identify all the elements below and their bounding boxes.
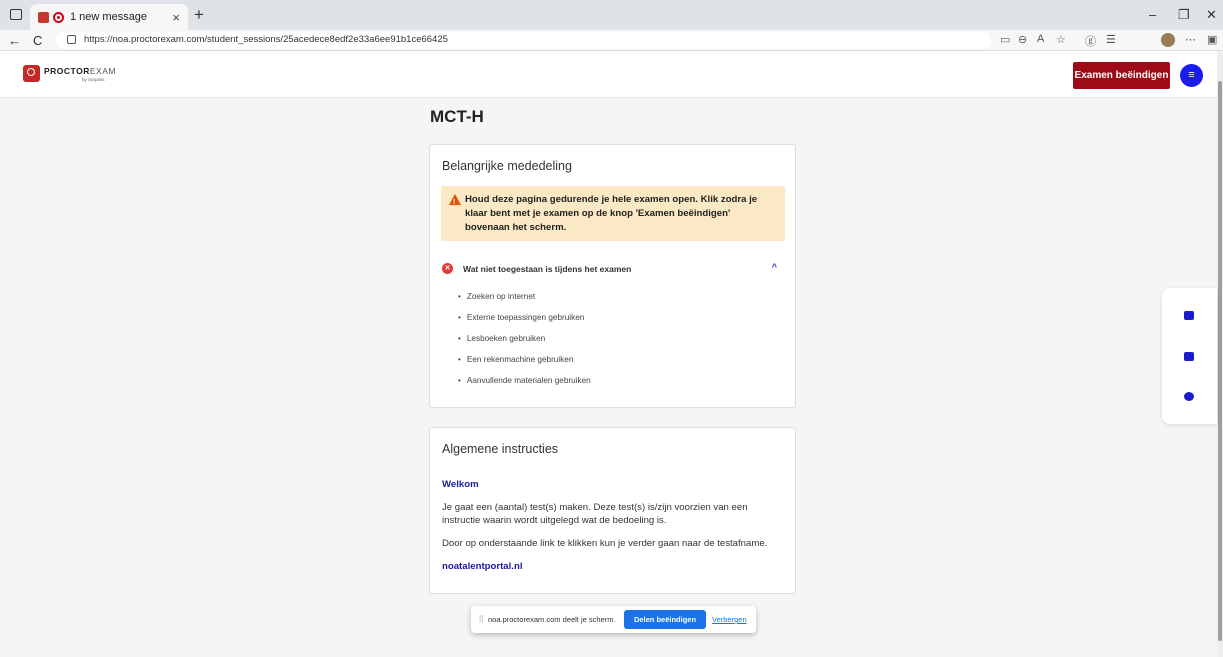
list-item: Zoeken op internet bbox=[458, 286, 591, 307]
chevron-up-icon[interactable]: ^ bbox=[772, 262, 777, 272]
proctor-tools-panel bbox=[1162, 288, 1217, 424]
favorites-list-icon[interactable]: ☰ bbox=[1106, 33, 1116, 46]
help-icon[interactable] bbox=[1184, 392, 1194, 401]
sidebar-toggle-icon[interactable] bbox=[10, 9, 22, 20]
screen-share-bar: || noa.proctorexam.com deelt je scherm. … bbox=[471, 606, 756, 633]
instruction-paragraph-link-intro: Door op onderstaande link te klikken kun… bbox=[442, 538, 768, 549]
screen-share-indicator-icon[interactable]: ▭ bbox=[1000, 33, 1010, 46]
back-icon[interactable]: ← bbox=[8, 33, 21, 48]
forbidden-icon: ✕ bbox=[442, 263, 453, 274]
proctorexam-favicon-icon bbox=[38, 11, 49, 23]
site-info-icon[interactable] bbox=[67, 35, 76, 44]
tab-title: 1 new message bbox=[70, 11, 148, 23]
welcome-heading: Welkom bbox=[442, 479, 479, 490]
share-status-text: noa.proctorexam.com deelt je scherm. bbox=[488, 615, 616, 624]
close-window-icon[interactable]: ✕ bbox=[1206, 7, 1217, 23]
screen-share-icon[interactable] bbox=[1184, 311, 1194, 320]
warning-icon bbox=[449, 194, 461, 210]
camera-icon[interactable] bbox=[1184, 352, 1194, 361]
minimize-icon[interactable]: – bbox=[1149, 7, 1156, 22]
extensions-icon[interactable]: ⓖ bbox=[1085, 33, 1096, 49]
favorite-icon[interactable]: ☆ bbox=[1056, 33, 1066, 46]
restore-icon[interactable]: ❐ bbox=[1178, 7, 1190, 23]
url-field[interactable]: https://noa.proctorexam.com/student_sess… bbox=[56, 32, 991, 49]
hide-share-bar-link[interactable]: Verbergen bbox=[712, 615, 747, 624]
not-allowed-accordion-header[interactable]: ✕ Wat niet toegestaan is tijdens het exa… bbox=[442, 262, 782, 276]
drag-handle-icon[interactable]: || bbox=[479, 614, 483, 623]
app-header: PROCTOREXAM by Surpass Examen beëindigen… bbox=[0, 51, 1217, 98]
read-aloud-icon[interactable]: A bbox=[1037, 33, 1044, 45]
more-icon[interactable]: ⋯ bbox=[1185, 33, 1196, 46]
instructions-card: Algemene instructies Welkom Je gaat een … bbox=[429, 427, 796, 594]
tab-close-icon[interactable]: × bbox=[172, 10, 180, 25]
end-exam-button[interactable]: Examen beëindigen bbox=[1073, 62, 1170, 89]
warning-text: Houd deze pagina gedurende je hele exame… bbox=[465, 194, 758, 233]
list-item: Aanvullende materialen gebruiken bbox=[458, 370, 591, 391]
browser-sidebar-icon[interactable]: ▣ bbox=[1207, 33, 1217, 46]
logo-subtitle: by Surpass bbox=[82, 77, 105, 82]
address-bar-row: ← C https://noa.proctorexam.com/student_… bbox=[0, 30, 1223, 51]
not-allowed-list: Zoeken op internet Externe toepassingen … bbox=[458, 286, 591, 391]
menu-icon[interactable]: ≡ bbox=[1180, 64, 1203, 87]
scrollbar-thumb[interactable] bbox=[1218, 81, 1222, 641]
zoom-icon[interactable]: ⊖ bbox=[1018, 33, 1027, 46]
profile-avatar[interactable] bbox=[1161, 33, 1175, 47]
list-item: Een rekenmachine gebruiken bbox=[458, 349, 591, 370]
browser-tab[interactable]: 1 new message × bbox=[30, 4, 188, 30]
url-text: https://noa.proctorexam.com/student_sess… bbox=[84, 34, 448, 45]
list-item: Externe toepassingen gebruiken bbox=[458, 307, 591, 328]
accordion-title: Wat niet toegestaan is tijdens het exame… bbox=[463, 264, 632, 274]
instruction-paragraph: Je gaat een (aantal) test(s) maken. Deze… bbox=[442, 502, 748, 526]
list-item: Lesboeken gebruiken bbox=[458, 328, 591, 349]
notice-card: Belangrijke mededeling Houd deze pagina … bbox=[429, 144, 796, 408]
refresh-icon[interactable]: C bbox=[33, 33, 42, 48]
notice-card-title: Belangrijke mededeling bbox=[442, 159, 572, 173]
recording-icon bbox=[53, 11, 64, 23]
stop-sharing-button[interactable]: Delen beëindigen bbox=[624, 610, 706, 629]
logo-text: PROCTOREXAM bbox=[44, 66, 116, 76]
warning-banner: Houd deze pagina gedurende je hele exame… bbox=[441, 186, 785, 241]
test-portal-link[interactable]: noatalentportal.nl bbox=[442, 561, 522, 572]
proctorexam-logo-icon bbox=[23, 65, 40, 82]
page-title: MCT-H bbox=[430, 107, 484, 126]
page-scrollbar[interactable] bbox=[1217, 51, 1223, 657]
browser-tabbar: 1 new message × + – ❐ ✕ bbox=[0, 0, 1223, 30]
new-tab-icon[interactable]: + bbox=[194, 5, 204, 25]
instructions-card-title: Algemene instructies bbox=[442, 442, 559, 456]
